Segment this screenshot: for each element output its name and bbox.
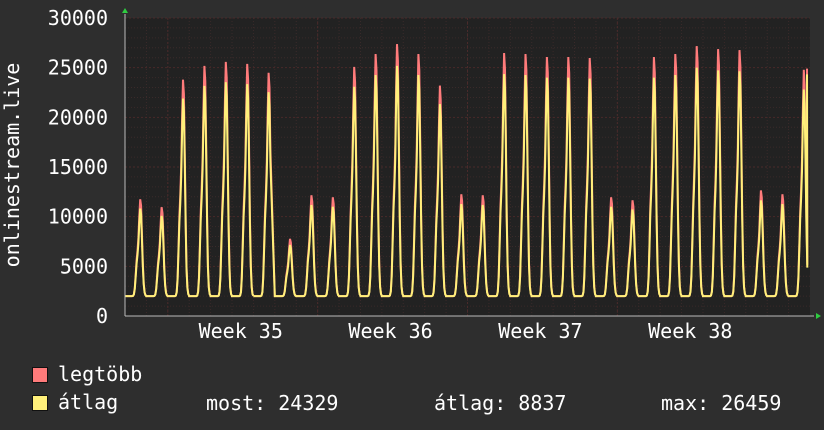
x-axis-arrow-icon bbox=[816, 313, 821, 319]
y-tick-label: 25000 bbox=[48, 56, 108, 80]
y-axis-title: onlinestream.live bbox=[0, 63, 24, 268]
x-tick-label: Week 37 bbox=[498, 319, 582, 343]
y-tick-label: 5000 bbox=[60, 254, 108, 278]
y-tick-label: 0 bbox=[96, 304, 108, 328]
y-tick-label: 20000 bbox=[48, 105, 108, 129]
chart: 0 5000 10000 15000 20000 25000 30000 Week 35 Wee… bbox=[0, 6, 821, 343]
x-tick-label: Week 35 bbox=[199, 319, 283, 343]
y-tick-label: 10000 bbox=[48, 205, 108, 229]
y-axis-arrow-icon bbox=[122, 8, 128, 13]
x-tick-label: Week 38 bbox=[648, 319, 732, 343]
y-tick-label: 15000 bbox=[48, 155, 108, 179]
y-tick-label: 30000 bbox=[48, 6, 108, 30]
x-tick-label: Week 36 bbox=[348, 319, 432, 343]
